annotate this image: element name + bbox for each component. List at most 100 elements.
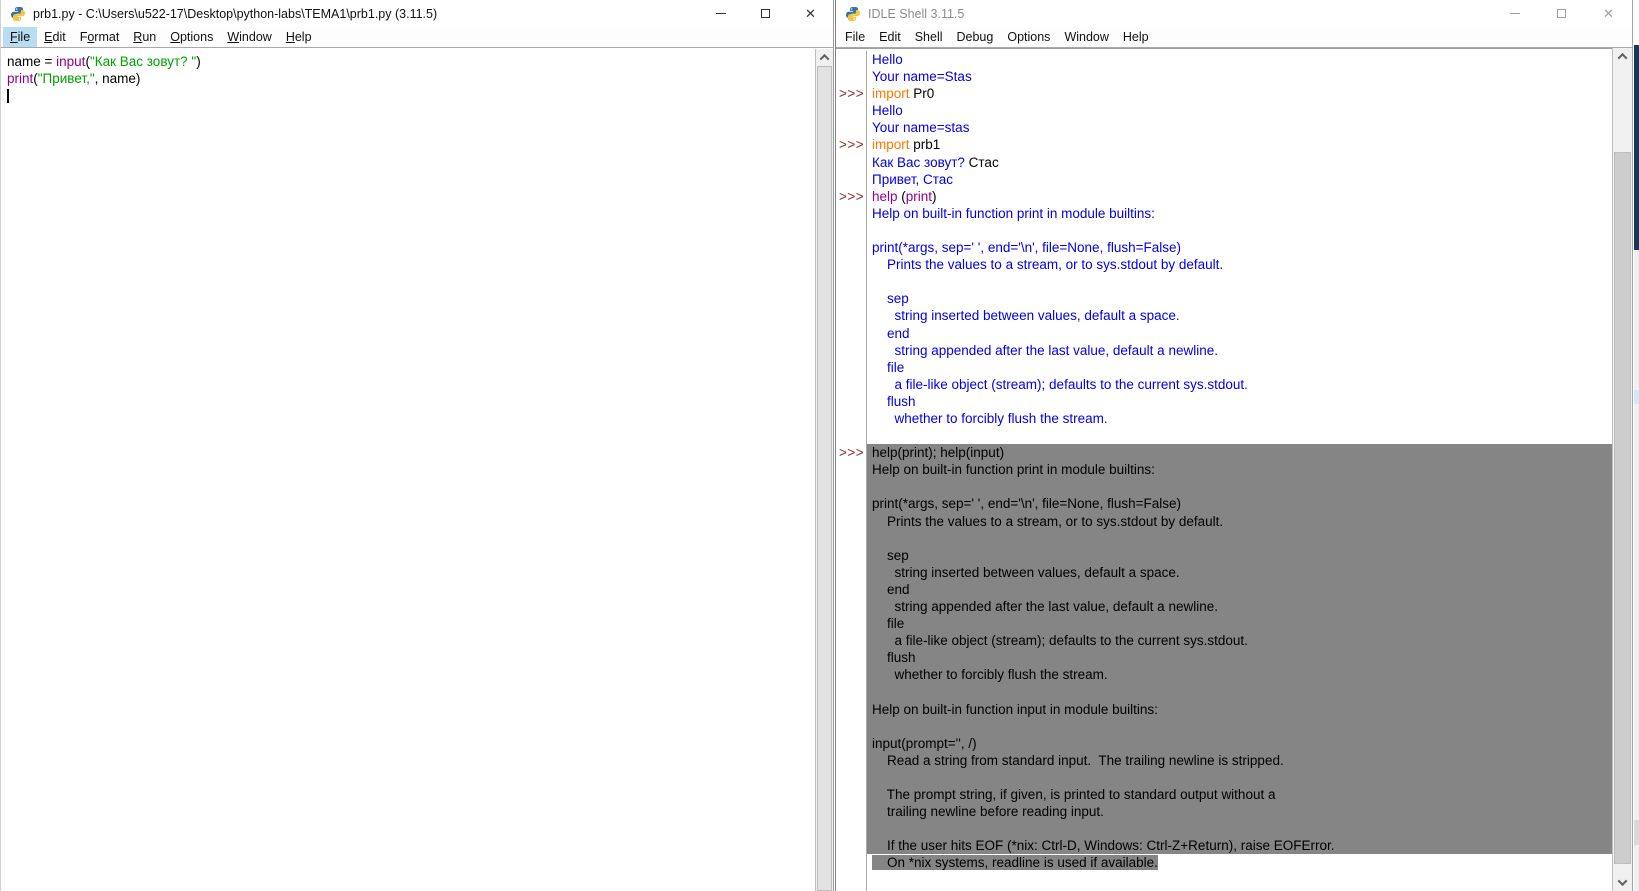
shell-text-selected: string appended after the last value, de… <box>867 598 1612 615</box>
shell-line: >>>import Pr0 <box>836 85 1612 102</box>
shell-gutter <box>836 564 867 581</box>
shell-text-area[interactable]: HelloYour name=Stas>>>import Pr0HelloYou… <box>836 48 1612 891</box>
menu-edit[interactable]: Edit <box>37 27 73 47</box>
shell-line: print(*args, sep=' ', end='\n', file=Non… <box>836 239 1612 256</box>
shell-scrollbar-thumb[interactable] <box>1614 152 1631 864</box>
code-segment: Prints the values to a stream, or to sys… <box>872 257 1223 272</box>
editor-code-line <box>7 87 815 104</box>
shell-scrollbar[interactable] <box>1612 48 1632 891</box>
menu-options[interactable]: Options <box>1000 27 1057 47</box>
shell-text-selected: a file-like object (stream); defaults to… <box>867 632 1612 649</box>
shell-gutter <box>836 547 867 564</box>
shell-line: whether to forcibly flush the stream. <box>836 410 1612 427</box>
minimize-button[interactable] <box>698 0 743 27</box>
code-segment: Your name=stas <box>872 120 969 135</box>
shell-gutter <box>836 325 867 342</box>
menu-shell[interactable]: Shell <box>908 27 950 47</box>
shell-text-selected: trailing newline before reading input. <box>867 803 1612 820</box>
scroll-up-button[interactable] <box>816 49 833 66</box>
shell-line <box>836 820 1612 837</box>
code-segment: "Привет," <box>38 71 95 86</box>
shell-line: Read a string from standard input. The t… <box>836 752 1612 769</box>
sliver-strip <box>1634 820 1639 845</box>
shell-gutter <box>836 632 867 649</box>
menu-edit[interactable]: Edit <box>872 27 908 47</box>
shell-text-selected: Read a string from standard input. The t… <box>867 752 1612 769</box>
menu-run[interactable]: Run <box>126 27 163 47</box>
shell-text-selected: string inserted between values, default … <box>867 564 1612 581</box>
shell-text-selected: On *nix systems, readline is used if ava… <box>867 854 1612 871</box>
shell-text-selected: Prints the values to a stream, or to sys… <box>867 513 1612 530</box>
menu-window[interactable]: Window <box>1057 27 1115 47</box>
shell-line: string inserted between values, default … <box>836 564 1612 581</box>
scroll-up-button[interactable] <box>1613 48 1632 65</box>
shell-gutter <box>836 410 867 427</box>
shell-text-selected: Help on built-in function print in modul… <box>867 461 1612 478</box>
shell-caption-buttons: ✕ <box>1491 0 1632 27</box>
scroll-down-button[interactable] <box>1613 874 1632 891</box>
menu-debug[interactable]: Debug <box>950 27 1001 47</box>
sliver-strip <box>1634 0 1639 45</box>
shell-gutter <box>836 290 867 307</box>
shell-gutter <box>836 51 867 68</box>
shell-gutter <box>836 478 867 495</box>
menu-file[interactable]: File <box>3 27 37 47</box>
shell-line <box>836 427 1612 444</box>
minimize-button[interactable] <box>1491 0 1538 27</box>
editor-text-area[interactable]: name = input("Как Вас зовут? ")print("Пр… <box>1 49 815 891</box>
code-segment: ) <box>196 54 201 69</box>
shell-text-selected: help(print); help(input) <box>867 444 1612 461</box>
shell-gutter <box>836 615 867 632</box>
shell-prompt: >>> <box>836 444 867 461</box>
shell-gutter <box>836 376 867 393</box>
menu-help[interactable]: Help <box>1116 27 1156 47</box>
code-segment: file <box>872 616 904 631</box>
text-cursor <box>7 89 9 103</box>
shell-gutter <box>836 256 867 273</box>
scroll-down-icon <box>1618 876 1628 886</box>
code-segment: flush <box>872 650 916 665</box>
code-segment: string inserted between values, default … <box>872 565 1180 580</box>
editor-window-title: prb1.py - C:\Users\u522-17\Desktop\pytho… <box>33 7 437 21</box>
shell-text: whether to forcibly flush the stream. <box>867 410 1612 427</box>
shell-text-selected <box>867 530 1612 547</box>
shell-line: The prompt string, if given, is printed … <box>836 786 1612 803</box>
code-segment: import <box>872 86 910 101</box>
editor-titlebar: prb1.py - C:\Users\u522-17\Desktop\pytho… <box>1 0 833 27</box>
code-segment: string appended after the last value, de… <box>872 343 1218 358</box>
menu-help[interactable]: Help <box>279 27 319 47</box>
shell-line: >>>import prb1 <box>836 136 1612 153</box>
shell-line: flush <box>836 393 1612 410</box>
close-button[interactable]: ✕ <box>1585 0 1632 27</box>
maximize-button[interactable] <box>1538 0 1585 27</box>
sliver-strip <box>1634 45 1639 250</box>
editor-scrollbar[interactable] <box>815 49 833 891</box>
shell-gutter <box>836 718 867 735</box>
menu-options[interactable]: Options <box>163 27 220 47</box>
shell-gutter <box>836 872 867 889</box>
shell-line <box>836 478 1612 495</box>
menu-file[interactable]: File <box>838 27 872 47</box>
shell-gutter <box>836 154 867 171</box>
code-segment: Your name=Stas <box>872 69 972 84</box>
shell-line <box>836 718 1612 735</box>
shell-gutter <box>836 393 867 410</box>
shell-line <box>836 872 1612 889</box>
desktop: prb1.py - C:\Users\u522-17\Desktop\pytho… <box>0 0 1639 891</box>
shell-text <box>867 872 1612 889</box>
code-segment: Read a string from standard input. The t… <box>872 753 1284 768</box>
menu-window[interactable]: Window <box>220 27 278 47</box>
shell-text: Your name=stas <box>867 119 1612 136</box>
shell-text: a file-like object (stream); defaults to… <box>867 376 1612 393</box>
code-segment: sep <box>872 291 909 306</box>
shell-line <box>836 222 1612 239</box>
shell-text-selected <box>867 718 1612 735</box>
maximize-button[interactable] <box>743 0 788 27</box>
editor-scrollbar-thumb[interactable] <box>817 66 832 891</box>
code-segment: Help on built-in function print in modul… <box>872 206 1155 221</box>
close-button[interactable]: ✕ <box>788 0 833 27</box>
shell-prompt: >>> <box>836 85 867 102</box>
menu-format[interactable]: Format <box>73 27 127 47</box>
shell-gutter <box>836 581 867 598</box>
code-segment: string appended after the last value, de… <box>872 599 1218 614</box>
